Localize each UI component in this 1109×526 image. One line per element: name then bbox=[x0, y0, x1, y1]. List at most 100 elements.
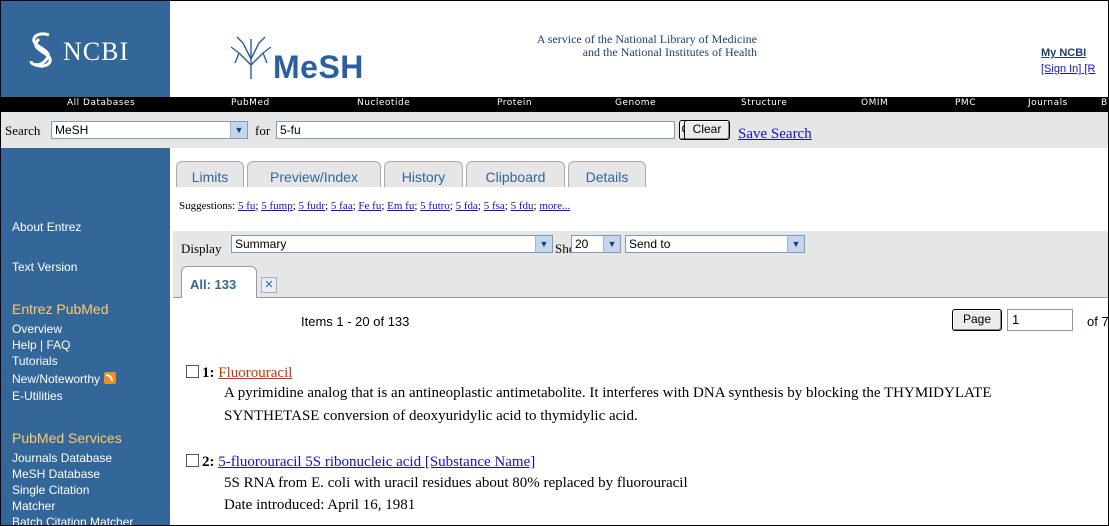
sidebar-text-version[interactable]: Text Version bbox=[12, 260, 77, 274]
clear-button[interactable]: Clear bbox=[684, 120, 730, 140]
sidebar-matcher[interactable]: Matcher bbox=[12, 499, 55, 513]
sidebar-about-entrez[interactable]: About Entrez bbox=[12, 220, 81, 234]
suggestion-link[interactable]: 5 futro bbox=[420, 200, 450, 212]
service-text: A service of the National Library of Med… bbox=[441, 33, 757, 59]
nav-all-databases[interactable]: All Databases bbox=[67, 98, 135, 108]
display-bar: Display Summary ▼ Show 20 ▼ Send to ▼ bbox=[173, 231, 1108, 261]
search-input[interactable]: 5-fu bbox=[276, 121, 675, 139]
search-bar: Search MeSH ▼ for 5-fu Go Clear Save Sea… bbox=[1, 112, 1108, 148]
display-format-select[interactable]: Summary ▼ bbox=[231, 235, 553, 253]
display-label: Display bbox=[181, 241, 222, 256]
page-frame: NCBI MeSH A service of the National Libr… bbox=[0, 0, 1109, 526]
suggestions: Suggestions: 5 fu; 5 fump; 5 fudr; 5 faa… bbox=[179, 200, 571, 212]
wrench-icon[interactable]: ✕ bbox=[261, 277, 277, 293]
tab-limits[interactable]: Limits bbox=[176, 161, 244, 187]
rss-icon[interactable] bbox=[104, 372, 117, 384]
search-input-value: 5-fu bbox=[280, 123, 301, 137]
mesh-logo[interactable]: MeSH bbox=[229, 35, 363, 85]
nav-pubmed[interactable]: PubMed bbox=[231, 98, 270, 108]
mesh-logo-text: MeSH bbox=[273, 49, 364, 85]
sidebar-overview[interactable]: Overview bbox=[12, 322, 62, 336]
page-button[interactable]: Page bbox=[952, 309, 1002, 331]
suggestion-link[interactable]: Em fu bbox=[387, 200, 414, 212]
sidebar-help-faq[interactable]: Help | FAQ bbox=[12, 338, 70, 352]
page-total: of 7 bbox=[1087, 314, 1109, 329]
display-format-value: Summary bbox=[235, 237, 287, 251]
result-title-link[interactable]: Fluorouracil bbox=[218, 365, 292, 381]
ncbi-logo-text: NCBI bbox=[63, 37, 130, 66]
sidebar-mesh-database[interactable]: MeSH Database bbox=[12, 467, 100, 481]
result-number: 1: bbox=[202, 365, 215, 381]
result-item: 2: 5-fluorouracil 5S ribonucleic acid [S… bbox=[186, 454, 535, 471]
suggestion-link[interactable]: 5 fda bbox=[456, 200, 478, 212]
suggestion-link[interactable]: 5 fdu bbox=[511, 200, 534, 212]
tree-icon bbox=[230, 36, 272, 79]
sidebar-e-utilities[interactable]: E-Utilities bbox=[12, 389, 63, 403]
suggestion-link[interactable]: 5 faa bbox=[331, 200, 353, 212]
my-ncbi-link[interactable]: My NCBI bbox=[1041, 45, 1095, 61]
result-description: Date introduced: April 16, 1981 bbox=[224, 497, 416, 513]
ncbi-swirl-icon bbox=[29, 32, 52, 68]
result-item: 1: Fluorouracil bbox=[186, 365, 292, 382]
sidebar-batch-citation[interactable]: Batch Citation Matcher bbox=[12, 515, 133, 525]
sidebar-tutorials[interactable]: Tutorials bbox=[12, 354, 58, 368]
sidebar-heading-entrez-pubmed: Entrez PubMed bbox=[12, 301, 109, 317]
page-number-input[interactable]: 1 bbox=[1007, 309, 1073, 331]
my-ncbi: My NCBI [Sign In] [R bbox=[1041, 45, 1095, 77]
nav-structure[interactable]: Structure bbox=[741, 98, 787, 108]
results-tab-all-label: All: 133 bbox=[190, 277, 237, 292]
chevron-down-icon: ▼ bbox=[603, 236, 620, 252]
sidebar-journals-database[interactable]: Journals Database bbox=[12, 451, 112, 465]
nav-genome[interactable]: Genome bbox=[615, 98, 656, 108]
database-nav-bar: All Databases PubMed Nucleotide Protein … bbox=[1, 97, 1108, 112]
send-to-value: Send to bbox=[629, 237, 671, 251]
result-description: A pyrimidine analog that is an antineopl… bbox=[224, 385, 992, 401]
result-title-link[interactable]: 5-fluorouracil 5S ribonucleic acid [Subs… bbox=[218, 454, 535, 470]
database-select[interactable]: MeSH ▼ bbox=[51, 121, 248, 139]
clear-button-label: Clear bbox=[692, 122, 722, 136]
sidebar: About Entrez Text Version Entrez PubMed … bbox=[1, 148, 170, 525]
sign-in-link[interactable]: [Sign In] [R bbox=[1041, 61, 1095, 77]
chevron-down-icon: ▼ bbox=[230, 122, 247, 138]
items-count: Items 1 - 20 of 133 bbox=[301, 314, 410, 329]
suggestion-link[interactable]: 5 fump bbox=[261, 200, 292, 212]
save-search-link[interactable]: Save Search bbox=[738, 126, 812, 143]
service-line-2: and the National Institutes of Health bbox=[582, 45, 757, 59]
chevron-down-icon: ▼ bbox=[535, 236, 552, 252]
sidebar-heading-pubmed-services: PubMed Services bbox=[12, 430, 122, 446]
tab-details[interactable]: Details bbox=[568, 161, 646, 187]
tab-clipboard[interactable]: Clipboard bbox=[466, 161, 565, 187]
show-count-select[interactable]: 20 ▼ bbox=[571, 235, 621, 253]
result-description: SYNTHETASE conversion of deoxyuridylic a… bbox=[224, 408, 638, 424]
suggestions-more-link[interactable]: more... bbox=[539, 200, 570, 212]
nav-nucleotide[interactable]: Nucleotide bbox=[357, 98, 410, 108]
sidebar-single-citation[interactable]: Single Citation bbox=[12, 483, 89, 497]
results-tab-all[interactable]: All: 133 bbox=[181, 266, 257, 298]
suggestions-label: Suggestions: bbox=[179, 200, 236, 212]
suggestion-link[interactable]: 5 fudr bbox=[299, 200, 326, 212]
sidebar-new-noteworthy-label: New/Noteworthy bbox=[12, 372, 101, 386]
sidebar-new-noteworthy[interactable]: New/Noteworthy bbox=[12, 372, 117, 386]
tab-preview-index[interactable]: Preview/Index bbox=[247, 161, 381, 187]
chevron-down-icon: ▼ bbox=[787, 236, 804, 252]
nav-protein[interactable]: Protein bbox=[497, 98, 532, 108]
tab-history[interactable]: History bbox=[384, 161, 463, 187]
suggestion-link[interactable]: 5 fu bbox=[238, 200, 255, 212]
results-tab-bar: All: 133 ✕ bbox=[173, 261, 1108, 298]
result-checkbox[interactable] bbox=[186, 365, 199, 378]
result-checkbox[interactable] bbox=[186, 454, 199, 467]
suggestion-link[interactable]: Fe fu bbox=[358, 200, 381, 212]
suggestion-link[interactable]: 5 fsa bbox=[484, 200, 505, 212]
nav-books[interactable]: B bbox=[1101, 98, 1108, 108]
ncbi-logo[interactable]: NCBI bbox=[1, 1, 170, 97]
send-to-select[interactable]: Send to ▼ bbox=[625, 235, 805, 253]
database-select-value: MeSH bbox=[55, 123, 89, 137]
search-label: Search bbox=[5, 123, 41, 138]
show-count-value: 20 bbox=[575, 237, 589, 251]
result-description: 5S RNA from E. coli with uracil residues… bbox=[224, 475, 688, 491]
for-label: for bbox=[255, 123, 271, 138]
nav-pmc[interactable]: PMC bbox=[955, 98, 976, 108]
nav-omim[interactable]: OMIM bbox=[861, 98, 888, 108]
result-number: 2: bbox=[202, 454, 215, 470]
nav-journals[interactable]: Journals bbox=[1028, 98, 1068, 108]
